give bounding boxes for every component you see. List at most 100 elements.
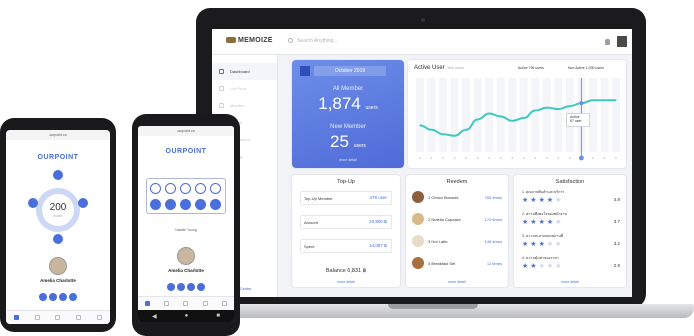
app-logo-text: MEMOIZE [238, 37, 273, 44]
redeem-row: 1 Choco Brownie 785 times [412, 191, 502, 205]
stamp-slot[interactable] [195, 183, 206, 194]
x-tick-dot[interactable] [615, 157, 617, 159]
stamp-slot[interactable] [210, 183, 221, 194]
sidebar-item-dashboard[interactable]: Dashboard [212, 63, 277, 80]
recents-icon[interactable]: ■ [216, 313, 220, 319]
sidebar-item-member[interactable]: Member [212, 97, 277, 114]
facebook-icon[interactable] [39, 293, 47, 301]
stamp-slot[interactable] [195, 199, 206, 210]
x-tick-dot[interactable] [569, 157, 571, 159]
bell-icon[interactable] [605, 39, 610, 45]
menu-icon[interactable] [221, 301, 227, 306]
home-icon[interactable] [145, 301, 151, 306]
month-selector[interactable]: October 2019 [314, 66, 386, 76]
stamp-slot[interactable] [180, 183, 191, 194]
x-tick-dot[interactable] [546, 157, 548, 159]
data-point[interactable] [569, 105, 571, 107]
data-point[interactable] [534, 109, 536, 112]
stamp-dot[interactable] [53, 170, 63, 180]
stamp-dot[interactable] [53, 234, 63, 244]
stamp-slot[interactable] [165, 199, 176, 210]
x-tick-dot[interactable] [557, 157, 560, 159]
stamp-slot[interactable] [180, 199, 191, 210]
x-tick-dot[interactable] [488, 157, 490, 159]
new-member-label: New Member [330, 124, 366, 130]
browser-url-bar[interactable]: ourpoint.co [6, 130, 110, 140]
avatar[interactable] [617, 36, 627, 47]
card-icon[interactable] [164, 301, 170, 306]
stamp-slot[interactable] [210, 199, 221, 210]
x-tick-dot[interactable] [499, 157, 502, 159]
x-tick-dot[interactable] [579, 155, 584, 161]
data-point[interactable] [615, 99, 617, 101]
data-point[interactable] [557, 108, 559, 110]
data-point[interactable] [579, 101, 584, 106]
redeem-title: Reedem [446, 179, 468, 185]
x-tick-dot[interactable] [465, 157, 467, 159]
x-tick-dot[interactable] [603, 157, 606, 159]
satisfaction-title: Satisfaction [555, 179, 585, 185]
instagram-icon[interactable] [49, 293, 57, 301]
star-rating: ★★★★★ [522, 218, 563, 226]
stamp-slot[interactable] [150, 183, 161, 194]
x-tick-dot[interactable] [419, 157, 421, 159]
stamp-slot[interactable] [165, 183, 176, 194]
x-tick-dot[interactable] [453, 157, 456, 159]
calendar-icon[interactable] [300, 66, 310, 76]
home-button-icon[interactable]: ● [185, 313, 189, 319]
line-icon[interactable] [59, 293, 67, 301]
more-detail-link[interactable]: more detail [292, 158, 404, 162]
x-tick-dot[interactable] [522, 157, 525, 159]
user-icon[interactable] [76, 315, 82, 320]
gift-icon[interactable] [183, 301, 189, 306]
home-icon[interactable] [13, 315, 19, 320]
back-icon[interactable]: ◀ [152, 313, 157, 320]
data-point[interactable] [488, 112, 490, 115]
data-point[interactable] [523, 117, 525, 119]
star-icon: ★ [538, 241, 547, 248]
app-logo[interactable]: MEMOIZE [226, 37, 273, 44]
avatar[interactable] [178, 248, 194, 264]
stamp-dot[interactable] [78, 198, 88, 208]
more-detail-link[interactable]: more detail [514, 280, 626, 284]
data-point[interactable] [453, 135, 456, 137]
avatar[interactable] [50, 258, 66, 274]
data-point[interactable] [430, 129, 433, 131]
x-tick-dot[interactable] [442, 157, 444, 159]
x-tick-dot[interactable] [430, 157, 433, 159]
active-user-chart[interactable] [408, 60, 626, 168]
browser-url-bar[interactable]: ourpoint.co [138, 126, 234, 136]
web-icon[interactable] [197, 283, 205, 291]
facebook-icon[interactable] [167, 283, 175, 291]
x-tick-dot[interactable] [592, 157, 594, 159]
data-point[interactable] [465, 129, 467, 131]
search-input[interactable]: Search Anything... [288, 38, 428, 47]
instagram-icon[interactable] [177, 283, 185, 291]
star-icon: ★ [546, 219, 556, 226]
card-icon[interactable] [34, 315, 40, 320]
data-point[interactable] [419, 124, 421, 126]
chart-column-bg [588, 78, 597, 152]
data-point[interactable] [603, 99, 606, 101]
data-point[interactable] [500, 115, 502, 118]
x-tick-dot[interactable] [511, 157, 514, 159]
x-tick-dot[interactable] [476, 157, 479, 159]
user-icon[interactable] [202, 301, 208, 306]
data-point[interactable] [592, 99, 594, 101]
gift-icon[interactable] [55, 315, 61, 320]
sidebar-item-list-price[interactable]: List Price [212, 80, 277, 97]
data-point[interactable] [442, 133, 444, 135]
x-tick-dot[interactable] [534, 157, 537, 159]
menu-icon[interactable] [97, 315, 103, 320]
data-point[interactable] [511, 120, 513, 122]
web-icon[interactable] [69, 293, 77, 301]
all-member-count: 1,874 users [292, 94, 404, 114]
data-point[interactable] [477, 118, 479, 121]
line-icon[interactable] [187, 283, 195, 291]
social-links [138, 278, 234, 296]
data-point[interactable] [546, 107, 548, 109]
more-detail-link[interactable]: more detail [406, 280, 508, 284]
more-detail-link[interactable]: more detail [292, 280, 400, 284]
stamp-dot[interactable] [28, 198, 38, 208]
stamp-slot[interactable] [150, 199, 161, 210]
